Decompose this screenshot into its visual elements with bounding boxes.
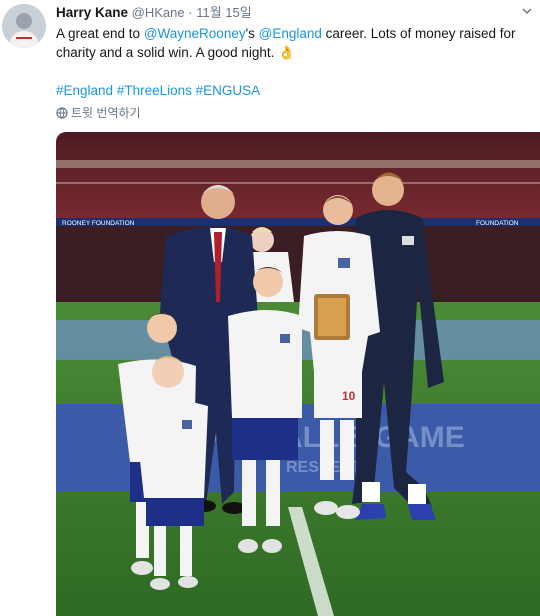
hashtag-link[interactable]: #England — [56, 83, 113, 98]
tweet-photo[interactable]: ROONEY FOUNDATION FOUNDATION FOOTBALL'S … — [56, 132, 540, 616]
shirt-number: 10 — [342, 389, 356, 403]
mention-link[interactable]: @WayneRooney — [144, 26, 246, 41]
tweet-header: Harry Kane @HKane · 11월 15일 — [56, 3, 534, 23]
tweet-text-part: 's — [245, 26, 259, 41]
tweet-timestamp[interactable]: 11월 15일 — [196, 5, 252, 20]
banner-right-text: FOUNDATION — [476, 220, 519, 227]
globe-icon — [56, 107, 68, 119]
tweet-text: A great end to @WayneRooney's @England c… — [56, 24, 526, 62]
banner-left-text: ROONEY FOUNDATION — [62, 220, 135, 227]
hashtag-list: #England #ThreeLions #ENGUSA — [56, 81, 260, 100]
team-photo-illustration: ROONEY FOUNDATION FOUNDATION FOOTBALL'S … — [56, 132, 540, 616]
author-name[interactable]: Harry Kane — [56, 5, 128, 20]
translate-label: 트윗 번역하기 — [71, 106, 141, 120]
chevron-down-icon[interactable] — [522, 6, 532, 16]
author-avatar[interactable] — [2, 4, 46, 48]
header-separator: · — [188, 5, 193, 20]
hashtag-link[interactable]: #ENGUSA — [196, 83, 261, 98]
author-handle[interactable]: @HKane — [132, 5, 185, 20]
tweet-text-part: A great end to — [56, 26, 144, 41]
translate-tweet-button[interactable]: 트윗 번역하기 — [56, 104, 141, 122]
ok-hand-emoji: 👌 — [278, 45, 295, 60]
mention-link[interactable]: @England — [259, 26, 322, 41]
avatar-image — [2, 4, 46, 48]
hashtag-link[interactable]: #ThreeLions — [117, 83, 192, 98]
